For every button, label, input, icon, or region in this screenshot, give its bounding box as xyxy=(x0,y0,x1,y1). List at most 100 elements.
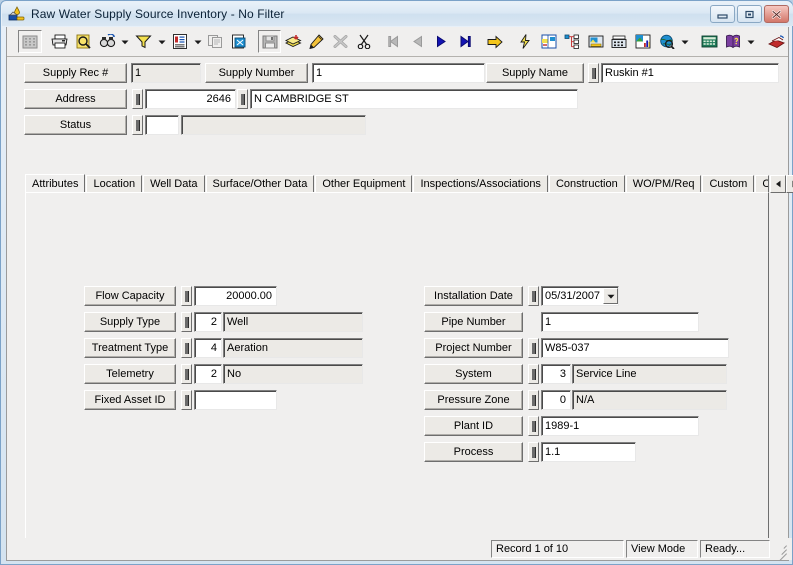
nav-next-icon[interactable] xyxy=(429,30,453,53)
supply-name-selector-button[interactable] xyxy=(588,63,599,83)
chart-icon[interactable] xyxy=(631,30,655,53)
supply-name-label[interactable]: Supply Name xyxy=(486,63,584,83)
process-label[interactable]: Process xyxy=(424,442,523,462)
address-number-field[interactable]: 2646 xyxy=(145,89,236,109)
nav-last-icon[interactable] xyxy=(453,30,477,53)
nav-previous-icon[interactable] xyxy=(406,30,430,53)
tab-inspections-associations[interactable]: Inspections/Associations xyxy=(413,175,548,193)
tab-other-equipment[interactable]: Other Equipment xyxy=(315,175,413,193)
address-street-field[interactable]: N CAMBRIDGE ST xyxy=(250,89,578,109)
system-label[interactable]: System xyxy=(424,364,523,384)
maximize-icon[interactable] xyxy=(737,5,762,23)
report-dropdown-arrow[interactable] xyxy=(191,30,204,53)
fixed-asset-id-selector-button[interactable] xyxy=(181,390,192,410)
scroll-right-arrow[interactable] xyxy=(786,175,793,193)
pressure-zone-code-field[interactable]: 0 xyxy=(541,390,571,410)
tab-wo-pm-req[interactable]: WO/PM/Req xyxy=(625,175,702,193)
find-dropdown-arrow[interactable] xyxy=(119,30,132,53)
fixed-asset-id-label[interactable]: Fixed Asset ID xyxy=(84,390,176,410)
stack-add-icon[interactable] xyxy=(281,30,305,53)
save-icon[interactable] xyxy=(257,30,282,53)
supply-number-field[interactable]: 1 xyxy=(312,63,485,83)
installation-date-selector-button[interactable] xyxy=(528,286,539,306)
tab-construction[interactable]: Construction xyxy=(548,175,625,193)
help-book-icon[interactable] xyxy=(721,30,745,53)
supply-type-selector-button[interactable] xyxy=(181,312,192,332)
globe-dropdown-arrow[interactable] xyxy=(678,30,691,53)
exit-icon[interactable] xyxy=(764,30,788,53)
process-field[interactable]: 1.1 xyxy=(541,442,636,462)
tab-surface-other-data[interactable]: Surface/Other Data xyxy=(205,175,315,193)
grid-view-icon[interactable] xyxy=(18,30,42,53)
flow-capacity-label[interactable]: Flow Capacity xyxy=(84,286,176,306)
tab-well-data[interactable]: Well Data xyxy=(143,175,205,193)
telemetry-selector-button[interactable] xyxy=(181,364,192,384)
filter-dropdown-arrow[interactable] xyxy=(155,30,168,53)
fixed-asset-id-field[interactable] xyxy=(194,390,277,410)
treatment-type-selector-button[interactable] xyxy=(181,338,192,358)
project-number-field[interactable]: W85-037 xyxy=(541,338,729,358)
treatment-type-label[interactable]: Treatment Type xyxy=(84,338,176,358)
quick-action-icon[interactable] xyxy=(514,30,538,53)
print-icon[interactable] xyxy=(48,30,72,53)
telemetry-code-field[interactable]: 2 xyxy=(194,364,222,384)
plant-id-selector-button[interactable] xyxy=(528,416,539,436)
tab-location[interactable]: Location xyxy=(86,175,143,193)
tab-attributes[interactable]: Attributes xyxy=(25,174,86,193)
pipe-number-field[interactable]: 1 xyxy=(541,312,699,332)
fax-icon[interactable] xyxy=(608,30,632,53)
status-code-field[interactable] xyxy=(145,115,179,135)
close-icon[interactable] xyxy=(764,5,789,23)
status-selector-button[interactable] xyxy=(132,115,143,135)
system-code-field[interactable]: 3 xyxy=(541,364,571,384)
print-preview-icon[interactable] xyxy=(72,30,96,53)
flow-capacity-selector-button[interactable] xyxy=(181,286,192,306)
calculator-icon[interactable] xyxy=(698,30,722,53)
address-label[interactable]: Address xyxy=(24,89,127,109)
supply-rec-label[interactable]: Supply Rec # xyxy=(24,63,127,83)
attachment-image-icon[interactable] xyxy=(584,30,608,53)
find-icon[interactable] xyxy=(95,30,119,53)
help-dropdown-arrow[interactable] xyxy=(745,30,758,53)
minimize-icon[interactable] xyxy=(710,5,735,23)
treatment-type-code-field[interactable]: 4 xyxy=(194,338,222,358)
project-number-label[interactable]: Project Number xyxy=(424,338,523,358)
address-street-selector-button[interactable] xyxy=(237,89,248,109)
nav-first-icon[interactable] xyxy=(382,30,406,53)
pipe-number-label[interactable]: Pipe Number xyxy=(424,312,523,332)
resize-grip-icon[interactable] xyxy=(774,542,788,562)
supply-type-label[interactable]: Supply Type xyxy=(84,312,176,332)
address-number-selector-button[interactable] xyxy=(132,89,143,109)
installation-date-field[interactable]: 05/31/2007 xyxy=(541,286,619,306)
pressure-zone-selector-button[interactable] xyxy=(528,390,539,410)
paste-record-icon[interactable] xyxy=(228,30,252,53)
tab-custom[interactable]: Custom xyxy=(702,175,755,193)
report-icon[interactable] xyxy=(168,30,192,53)
hierarchy-tree-icon[interactable] xyxy=(561,30,585,53)
telemetry-label[interactable]: Telemetry xyxy=(84,364,176,384)
go-to-icon[interactable] xyxy=(483,30,507,53)
tab-contacts[interactable]: Con xyxy=(755,175,770,193)
chevron-down-icon[interactable] xyxy=(603,288,618,304)
globe-web-icon[interactable] xyxy=(655,30,679,53)
system-row: System 3 Service Line xyxy=(424,364,727,384)
plant-id-label[interactable]: Plant ID xyxy=(424,416,523,436)
supply-name-field[interactable]: Ruskin #1 xyxy=(601,63,779,83)
filter-funnel-icon[interactable] xyxy=(132,30,156,53)
flow-capacity-field[interactable]: 20000.00 xyxy=(194,286,277,306)
pressure-zone-label[interactable]: Pressure Zone xyxy=(424,390,523,410)
supply-number-label[interactable]: Supply Number xyxy=(205,63,308,83)
copy-record-icon[interactable] xyxy=(204,30,228,53)
cut-scissors-icon[interactable] xyxy=(352,30,376,53)
supply-type-code-field[interactable]: 2 xyxy=(194,312,222,332)
installation-date-label[interactable]: Installation Date xyxy=(424,286,523,306)
status-label[interactable]: Status xyxy=(24,115,127,135)
delete-x-icon[interactable] xyxy=(329,30,353,53)
plant-id-field[interactable]: 1989-1 xyxy=(541,416,699,436)
process-selector-button[interactable] xyxy=(528,442,539,462)
map-gis-icon[interactable] xyxy=(537,30,561,53)
edit-pencil-icon[interactable] xyxy=(305,30,329,53)
scroll-left-arrow[interactable] xyxy=(770,175,787,193)
system-selector-button[interactable] xyxy=(528,364,539,384)
project-number-selector-button[interactable] xyxy=(528,338,539,358)
